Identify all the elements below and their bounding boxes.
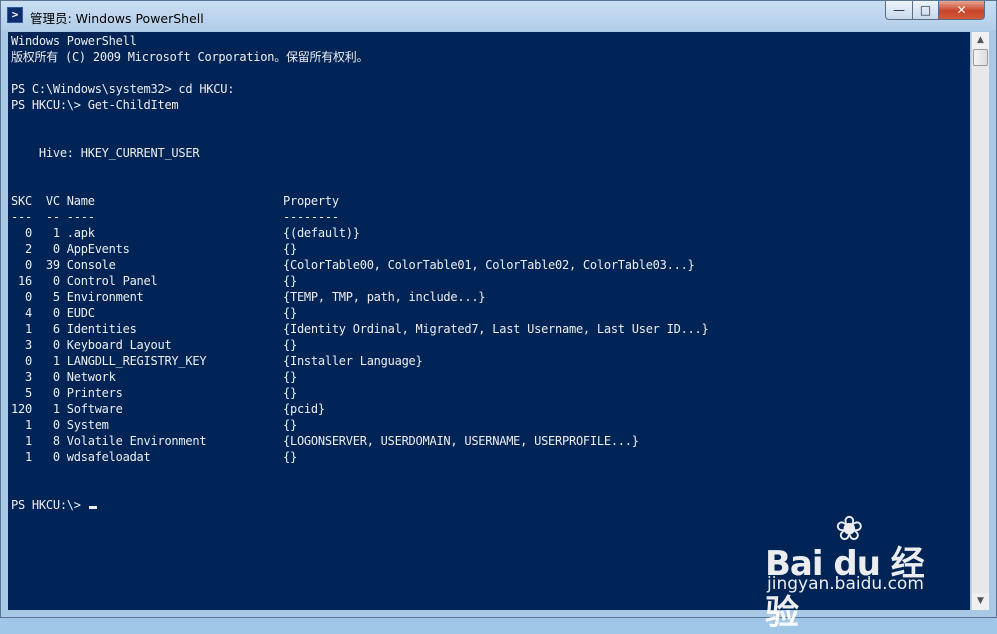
console-line: 0 5 Environment {TEMP, TMP, path, includ… <box>11 290 486 304</box>
console-line: 4 0 EUDC {} <box>11 306 297 320</box>
console-line: 1 8 Volatile Environment {LOGONSERVER, U… <box>11 434 639 448</box>
console-line: 120 1 Software {pcid} <box>11 402 325 416</box>
console-line: 1 0 System {} <box>11 418 297 432</box>
console-line: 1 0 wdsafeloadat {} <box>11 450 297 464</box>
console-line: 5 0 Printers {} <box>11 386 297 400</box>
console-output: Windows PowerShell 版权所有 (C) 2009 Microsof… <box>11 33 709 513</box>
console-line: 3 0 Network {} <box>11 370 297 384</box>
console-line: 0 39 Console {ColorTable00, ColorTable01… <box>11 258 695 272</box>
minimize-button[interactable]: — <box>885 1 913 20</box>
console-line: 0 1 LANGDLL_REGISTRY_KEY {Installer Lang… <box>11 354 423 368</box>
console-line: 1 6 Identities {Identity Ordinal, Migrat… <box>11 322 709 336</box>
console-line: Windows PowerShell <box>11 34 137 48</box>
console-line: PS C:\Windows\system32> cd HKCU: <box>11 82 235 96</box>
scroll-up-arrow-icon[interactable]: ▲ <box>972 32 989 49</box>
window-title: 管理员: Windows PowerShell <box>30 11 204 26</box>
maximize-button[interactable]: □ <box>912 1 939 20</box>
console-line: PS HKCU:\> <box>11 497 708 513</box>
console-line: SKC VC Name Property <box>11 194 339 208</box>
baidu-jingyan-watermark: ❀ Bai du 经验 jingyan.baidu.com <box>765 512 945 633</box>
scroll-down-arrow-icon[interactable]: ▼ <box>972 593 989 610</box>
close-button[interactable]: ✕ <box>938 1 985 20</box>
console-line: --- -- ---- -------- <box>11 210 339 224</box>
text-cursor <box>88 506 97 509</box>
console-line: Hive: HKEY_CURRENT_USER <box>11 146 200 160</box>
scroll-thumb[interactable] <box>973 49 988 66</box>
console-line: PS HKCU:\> Get-ChildItem <box>11 98 179 112</box>
console-line: 版权所有 (C) 2009 Microsoft Corporation。保留所有… <box>11 50 369 64</box>
vertical-scrollbar[interactable]: ▲ ▼ <box>971 32 989 610</box>
console-line: 16 0 Control Panel {} <box>11 274 297 288</box>
console-line: 2 0 AppEvents {} <box>11 242 297 256</box>
console-line: 0 1 .apk {(default)} <box>11 226 360 240</box>
powershell-icon[interactable]: > <box>7 7 23 23</box>
title-bar[interactable]: > 管理员: Windows PowerShell — □ ✕ <box>1 1 996 31</box>
console-line: 3 0 Keyboard Layout {} <box>11 338 297 352</box>
watermark-url: jingyan.baidu.com <box>767 574 924 594</box>
